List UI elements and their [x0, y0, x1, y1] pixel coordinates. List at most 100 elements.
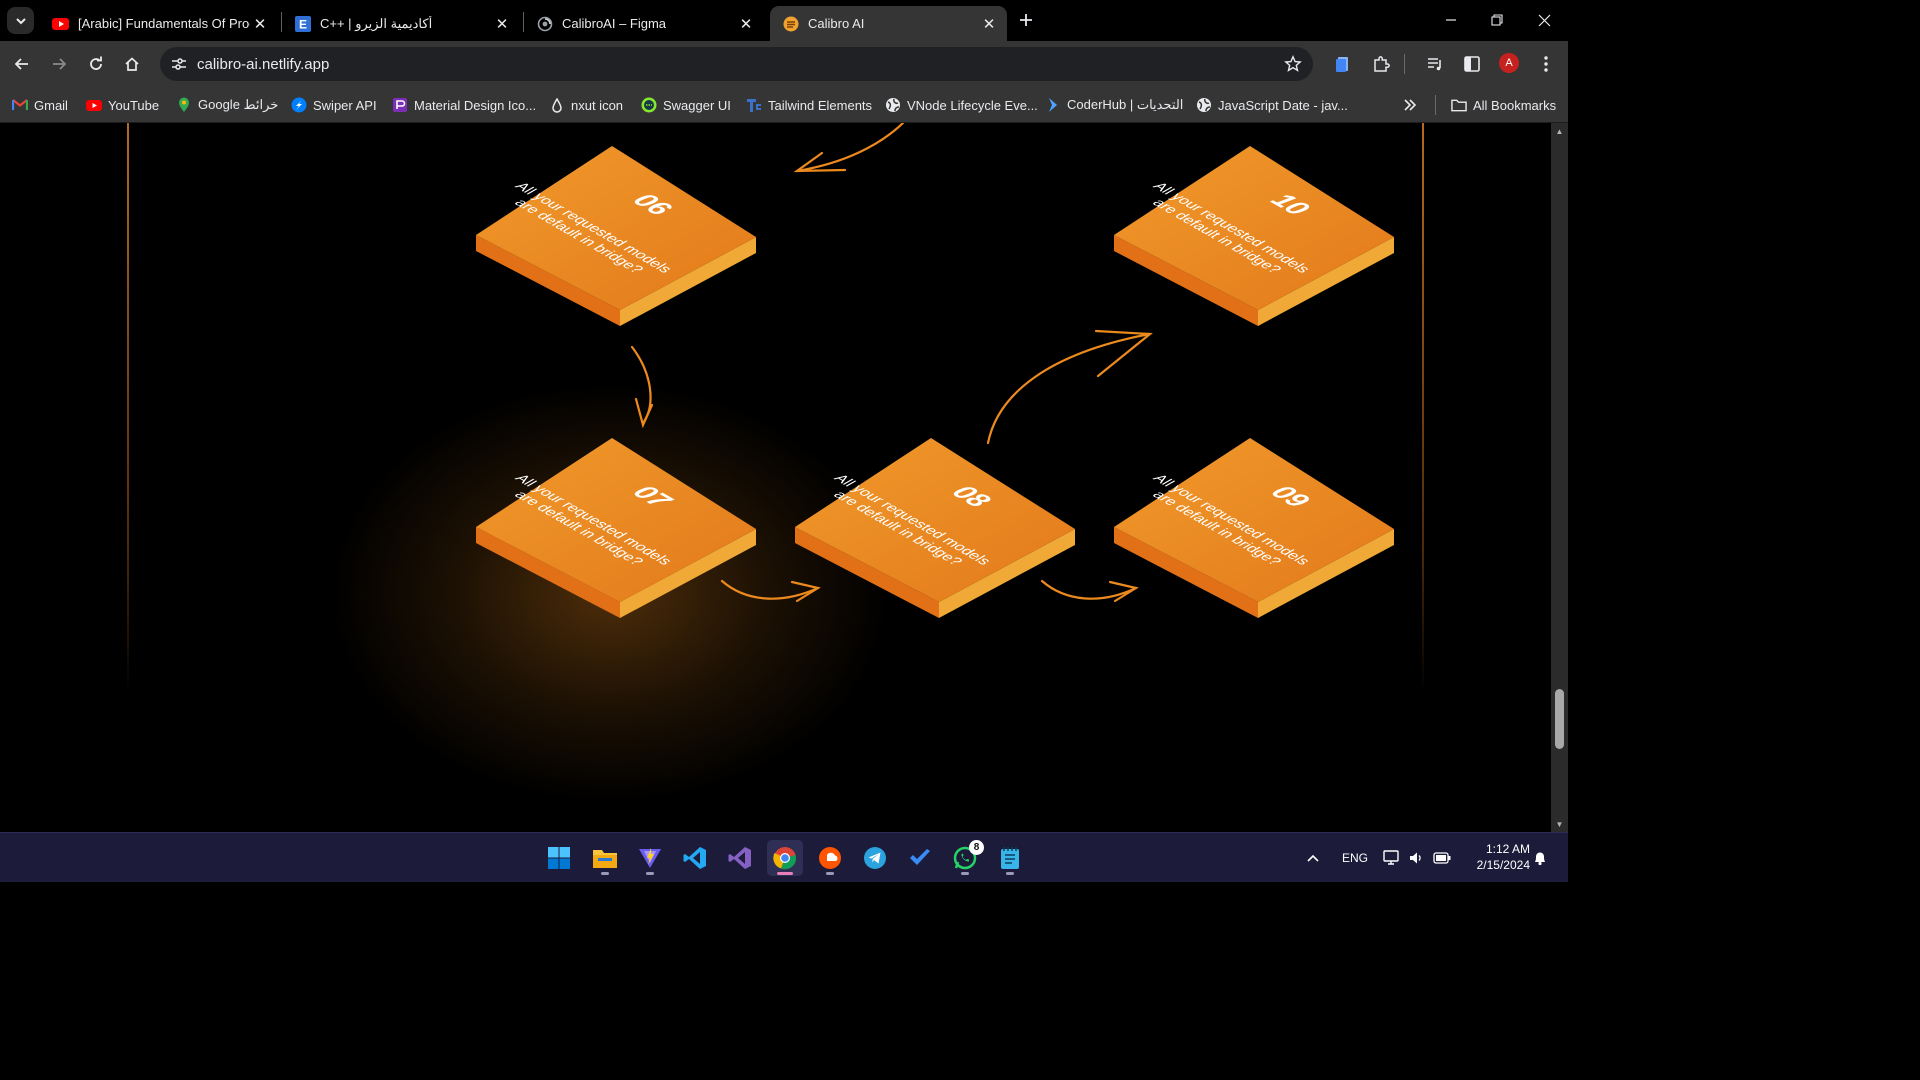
media-controls-icon[interactable] [1424, 53, 1446, 75]
running-indicator [777, 872, 793, 875]
drop-icon [549, 97, 565, 113]
scrollbar-thumb[interactable] [1555, 689, 1564, 749]
bookmarks-separator [1435, 95, 1436, 115]
bookmark-label: JavaScript Date - jav... [1218, 97, 1348, 113]
bookmark-label: nxut icon [571, 97, 624, 113]
bookmark-swiper-api[interactable]: Swiper API [291, 95, 377, 115]
tab-cpp-academy[interactable]: E C++ | أكاديمية الزيرو ✕ [282, 6, 520, 41]
bookmark-label: Material Design Ico... [414, 97, 537, 113]
bookmark-vnode-lifecycle[interactable]: VNode Lifecycle Eve... [885, 95, 1038, 115]
globe-icon [1196, 97, 1212, 113]
back-button[interactable] [9, 51, 35, 77]
notepad-icon[interactable] [992, 840, 1028, 876]
tab-search-button[interactable] [7, 7, 34, 34]
vscode-icon[interactable] [677, 840, 713, 876]
tab-calibro-ai[interactable]: Calibro AI ✕ [770, 6, 1007, 41]
scroll-up-arrow-icon[interactable]: ▲ [1551, 123, 1568, 139]
tray-overflow-button[interactable] [1306, 833, 1320, 883]
arrow-08-to-10-head [1094, 329, 1153, 378]
running-indicator [826, 872, 834, 875]
bookmark-material-design-icons[interactable]: Material Design Ico... [392, 95, 536, 115]
bookmark-swagger-ui[interactable]: Swagger UI [641, 95, 731, 115]
tab-figma[interactable]: CalibroAI – Figma ✕ [524, 6, 764, 41]
calibro-logo-icon [782, 15, 799, 32]
bookmark-tailwind-elements[interactable]: Tailwind Elements [746, 95, 872, 115]
restore-button[interactable] [1474, 0, 1520, 40]
reload-button[interactable] [83, 51, 109, 77]
e-letter-icon: E [294, 15, 311, 32]
bookmark-coderhub[interactable]: CoderHub | التحديات [1045, 95, 1183, 115]
minimize-button[interactable] [1428, 0, 1474, 40]
system-clock[interactable]: 1:12 AM 2/15/2024 [1460, 841, 1530, 873]
network-icon[interactable] [1383, 833, 1401, 883]
whatsapp-icon[interactable]: 8 [947, 840, 984, 876]
globe-icon [885, 97, 901, 113]
close-icon[interactable]: ✕ [736, 14, 756, 34]
extensions-puzzle-icon[interactable] [1370, 53, 1392, 75]
figma-swirl-icon [536, 15, 553, 32]
restore-icon [1491, 14, 1503, 26]
material-icon [392, 97, 408, 113]
google-drive-extension-icon[interactable] [1332, 53, 1354, 75]
home-icon [125, 57, 139, 71]
arrow-left-icon [14, 58, 28, 70]
arrow-right-icon [53, 58, 67, 70]
forward-button[interactable] [46, 51, 72, 77]
running-indicator [1006, 872, 1014, 875]
swagger-icon [641, 97, 657, 113]
close-window-button[interactable] [1521, 0, 1567, 40]
bookmark-label: VNode Lifecycle Eve... [907, 97, 1038, 113]
tab-strip: [Arabic] Fundamentals Of Progr ✕ E C++ |… [0, 0, 1568, 41]
windows-start-icon[interactable] [541, 840, 577, 876]
page-viewport: 06 All your requested models are default… [0, 123, 1551, 832]
telegram-icon[interactable] [857, 840, 893, 876]
page-scrollbar[interactable]: ▲ ▼ [1551, 123, 1568, 832]
bookmark-javascript-date[interactable]: JavaScript Date - jav... [1196, 95, 1348, 115]
step-tile-08: 08 All your requested models are default… [793, 437, 1077, 627]
soundcloud-icon[interactable] [812, 840, 848, 876]
home-button[interactable] [119, 51, 145, 77]
volume-icon[interactable] [1408, 833, 1424, 883]
step-tile-07: 07 All your requested models are default… [474, 437, 758, 627]
plus-icon [1020, 14, 1032, 26]
bookmark-label: Gmail [34, 97, 68, 113]
close-icon[interactable]: ✕ [250, 14, 270, 34]
address-bar[interactable]: calibro-ai.netlify.app [160, 47, 1313, 81]
close-icon[interactable]: ✕ [979, 14, 999, 34]
running-indicator [961, 872, 969, 875]
clock-time: 1:12 AM [1485, 842, 1530, 856]
swiper-icon [291, 97, 307, 113]
url-text[interactable]: calibro-ai.netlify.app [197, 56, 329, 73]
new-tab-button[interactable] [1014, 8, 1038, 32]
more-bookmarks-button[interactable] [1403, 95, 1417, 115]
bookmark-nxut-icon[interactable]: nxut icon [549, 95, 623, 115]
bookmark-label: CoderHub | التحديات [1067, 97, 1184, 112]
site-info-icon[interactable] [168, 53, 190, 75]
running-indicator [646, 872, 654, 875]
visual-studio-icon[interactable] [722, 840, 758, 876]
all-bookmarks-button[interactable]: All Bookmarks [1451, 95, 1556, 115]
youtube-icon [86, 97, 102, 113]
todo-icon[interactable] [902, 840, 938, 876]
bookmarks-bar: Gmail YouTube Google خرائط Swiper API Ma… [0, 87, 1568, 123]
file-explorer-icon[interactable] [587, 840, 623, 876]
language-indicator[interactable]: ENG [1342, 833, 1368, 883]
tab-youtube[interactable]: [Arabic] Fundamentals Of Progr ✕ [40, 6, 278, 41]
vite-icon[interactable] [632, 840, 668, 876]
bookmark-youtube[interactable]: YouTube [86, 95, 159, 115]
youtube-icon [52, 15, 69, 32]
arrow-incoming [795, 123, 905, 173]
close-icon[interactable]: ✕ [492, 14, 512, 34]
chrome-icon[interactable] [767, 840, 803, 876]
bookmark-label: Swiper API [313, 97, 377, 113]
scroll-down-arrow-icon[interactable]: ▼ [1551, 816, 1568, 832]
bookmark-gmail[interactable]: Gmail [12, 95, 68, 115]
profile-avatar[interactable]: A [1499, 53, 1519, 73]
browser-menu-icon[interactable] [1535, 53, 1557, 75]
bookmark-google-maps[interactable]: Google خرائط [176, 95, 278, 115]
all-bookmarks-label: All Bookmarks [1473, 97, 1557, 113]
battery-icon[interactable] [1433, 833, 1451, 883]
side-panel-icon[interactable] [1461, 53, 1483, 75]
notification-bell-icon[interactable] [1532, 833, 1548, 883]
bookmark-star-icon[interactable] [1283, 54, 1303, 74]
